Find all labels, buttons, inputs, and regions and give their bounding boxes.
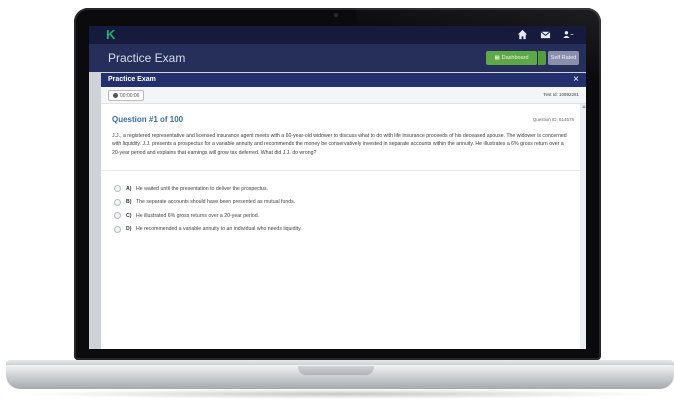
modal-toolbar: 00:00:06 Test Id: 10892281 <box>101 87 586 104</box>
laptop-shadow <box>20 389 660 399</box>
answer-letter: A) <box>126 185 132 192</box>
radio-button[interactable] <box>114 198 121 206</box>
close-icon[interactable]: × <box>573 74 579 86</box>
app-logo[interactable]: K <box>106 28 115 42</box>
dashboard-label: Dashboard <box>501 55 529 61</box>
answer-text: The separate accounts should have been p… <box>136 199 296 206</box>
mail-icon[interactable] <box>540 29 551 40</box>
answer-letter: D) <box>126 226 132 233</box>
laptop-notch <box>298 366 374 375</box>
test-id: Test Id: 10892281 <box>543 92 579 97</box>
user-icon[interactable] <box>563 29 574 40</box>
webcam <box>334 13 338 17</box>
dashboard-dropdown-toggle[interactable] <box>538 51 546 65</box>
question-header: Question #1 of 100 Question ID: 614578 J… <box>101 104 580 160</box>
page-header: Practice Exam ▦ Dashboard Self Rated <box>89 44 586 72</box>
question-text: J.J., a registered representative and li… <box>112 133 567 156</box>
dashboard-icon: ▦ <box>494 55 500 61</box>
question-id: Question ID: 614578 <box>532 117 574 122</box>
question-heading: Question #1 of 100 <box>112 115 184 124</box>
radio-button[interactable] <box>114 225 121 233</box>
answer-text: He waited until the presentation to deli… <box>136 185 269 192</box>
answer-option-d[interactable]: D) He recommended a variable annuity to … <box>114 223 302 237</box>
modal-title: Practice Exam <box>108 76 156 83</box>
answer-letter: B) <box>126 199 132 206</box>
home-icon[interactable] <box>517 29 528 40</box>
scroll-up-icon[interactable] <box>582 105 586 108</box>
answer-text: He illustrated 6% gross returns over a 2… <box>136 212 260 219</box>
answer-option-a[interactable]: A) He waited until the presentation to d… <box>114 182 302 196</box>
clock-icon <box>113 93 118 98</box>
practice-exam-modal: Practice Exam × 00:00:06 Test Id: 108922… <box>101 73 586 349</box>
scrollbar[interactable] <box>580 104 586 349</box>
answer-option-c[interactable]: C) He illustrated 6% gross returns over … <box>114 209 302 223</box>
answer-text: He recommended a variable annuity to an … <box>136 226 302 233</box>
top-nav: K <box>89 26 586 44</box>
timer-value: 00:00:06 <box>120 92 140 99</box>
question-area: Question #1 of 100 Question ID: 614578 J… <box>101 104 580 349</box>
page-title: Practice Exam <box>108 51 186 65</box>
radio-button[interactable] <box>114 185 121 193</box>
timer-badge: 00:00:06 <box>108 90 145 101</box>
nav-icons <box>517 29 574 40</box>
dashboard-button[interactable]: ▦ Dashboard <box>486 51 537 65</box>
divider <box>101 170 580 171</box>
answer-list: A) He waited until the presentation to d… <box>114 182 302 236</box>
radio-button[interactable] <box>114 212 121 220</box>
answer-letter: C) <box>126 212 132 219</box>
laptop-screen: K Practice Exam ▦ Dashboard Self Rated P… <box>89 26 586 349</box>
self-rated-button[interactable]: Self Rated <box>548 51 579 65</box>
modal-header: Practice Exam × <box>101 73 586 87</box>
answer-option-b[interactable]: B) The separate accounts should have bee… <box>114 196 302 210</box>
